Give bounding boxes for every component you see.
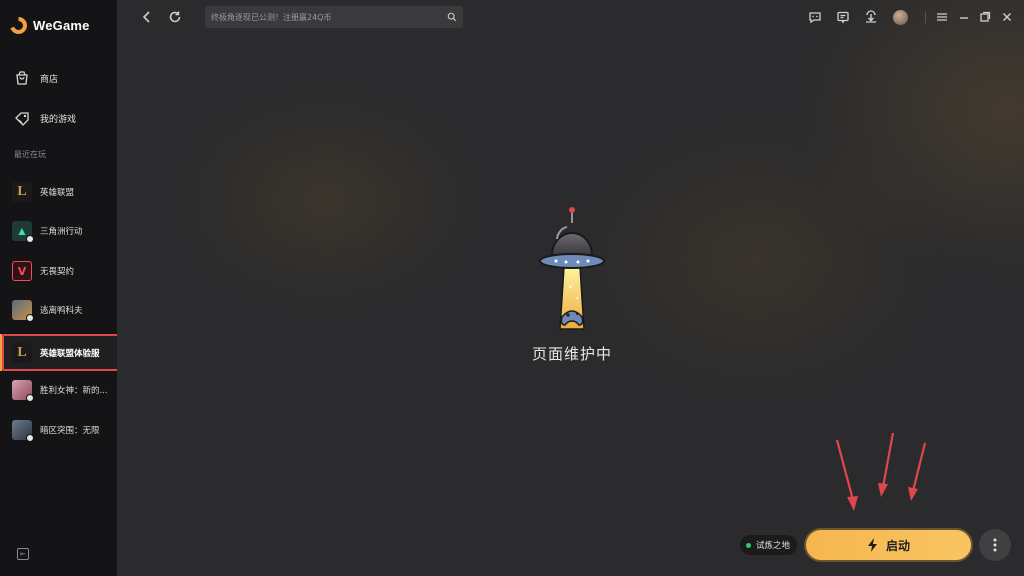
topbar-divider	[925, 12, 926, 23]
maintenance-panel: ✦ ✦ 页面维护中	[517, 205, 627, 364]
svg-text:✦: ✦	[568, 284, 573, 291]
arena-breakout-icon	[12, 420, 34, 442]
sidebar: WeGame 商店 我的游戏 最近在玩 L 英雄联盟 ▲ 三角洲行动 V 无畏契…	[0, 0, 119, 576]
league-logo-icon: L	[12, 182, 32, 202]
wegame-logo-icon	[10, 16, 27, 34]
sidebar-item-shop[interactable]: 商店	[0, 64, 117, 92]
game-label: 无畏契约	[40, 267, 75, 277]
sidebar-game-nikke[interactable]: 胜利女神：新的...	[0, 372, 117, 408]
server-status-badge[interactable]: 试炼之地	[740, 535, 798, 555]
wegame-logo[interactable]: WeGame	[10, 14, 90, 36]
collapse-sidebar-icon[interactable]: ⇤	[17, 548, 29, 560]
sidebar-game-duck[interactable]: 逃离鸭科夫	[0, 292, 117, 328]
league-logo-icon: L	[12, 342, 32, 363]
sidebar-game-delta-force[interactable]: ▲ 三角洲行动	[0, 213, 117, 249]
search-input[interactable]	[211, 12, 447, 22]
search-icon[interactable]	[447, 12, 457, 22]
game-label: 逃离鸭科夫	[40, 306, 83, 316]
valorant-logo-icon: V	[12, 261, 32, 281]
sidebar-game-valorant[interactable]: V 无畏契约	[0, 253, 117, 289]
more-vertical-icon	[993, 538, 997, 552]
back-icon[interactable]	[139, 9, 155, 25]
recent-played-label: 最近在玩	[14, 150, 46, 159]
server-label: 试炼之地	[756, 541, 791, 551]
duck-game-icon	[12, 300, 34, 322]
launch-button[interactable]: 启动	[804, 528, 973, 562]
ufo-illustration-icon: ✦ ✦	[539, 207, 605, 330]
sidebar-game-league[interactable]: L 英雄联盟	[0, 174, 117, 210]
top-bar	[117, 0, 1024, 34]
game-label: 胜利女神：新的...	[40, 386, 108, 396]
menu-icon[interactable]	[934, 9, 950, 25]
nikke-avatar-icon	[12, 380, 34, 402]
game-label: 英雄联盟	[40, 188, 75, 198]
chat-bubble-icon[interactable]	[807, 9, 823, 25]
sidebar-game-arena-breakout[interactable]: 暗区突围：无限	[0, 412, 117, 448]
launch-label: 启动	[885, 538, 910, 553]
search-bar[interactable]	[205, 6, 463, 28]
download-badge-icon	[26, 235, 34, 243]
game-label: 暗区突围：无限	[40, 426, 100, 436]
download-icon[interactable]	[863, 9, 879, 25]
brand-name: WeGame	[33, 17, 90, 33]
gamepad-tag-icon	[14, 110, 30, 126]
restore-icon[interactable]	[977, 9, 993, 25]
annotation-arrows	[835, 432, 927, 511]
lightning-icon	[867, 538, 877, 552]
main-content: ✦ ✦ 页面维护中 试炼之地 启动	[117, 0, 1024, 576]
maintenance-text: 页面维护中	[531, 345, 612, 363]
sidebar-game-league-pbe[interactable]: L 英雄联盟体验服	[0, 334, 117, 371]
download-badge-icon	[26, 434, 34, 442]
delta-force-icon: ▲	[12, 221, 34, 243]
sidebar-item-label: 我的游戏	[40, 114, 77, 125]
svg-text:✦: ✦	[575, 296, 579, 302]
sidebar-item-label: 商店	[40, 74, 59, 85]
close-icon[interactable]	[999, 9, 1015, 25]
game-label: 三角洲行动	[40, 227, 83, 237]
minimize-icon[interactable]	[956, 9, 972, 25]
message-icon[interactable]	[835, 9, 851, 25]
game-label: 英雄联盟体验服	[40, 348, 100, 359]
refresh-icon[interactable]	[167, 9, 183, 25]
download-badge-icon	[26, 314, 34, 322]
shop-bag-icon	[14, 70, 30, 86]
more-options-button[interactable]	[979, 529, 1011, 561]
download-badge-icon	[26, 394, 34, 402]
user-avatar[interactable]	[893, 10, 908, 25]
sidebar-item-my-games[interactable]: 我的游戏	[0, 104, 117, 132]
